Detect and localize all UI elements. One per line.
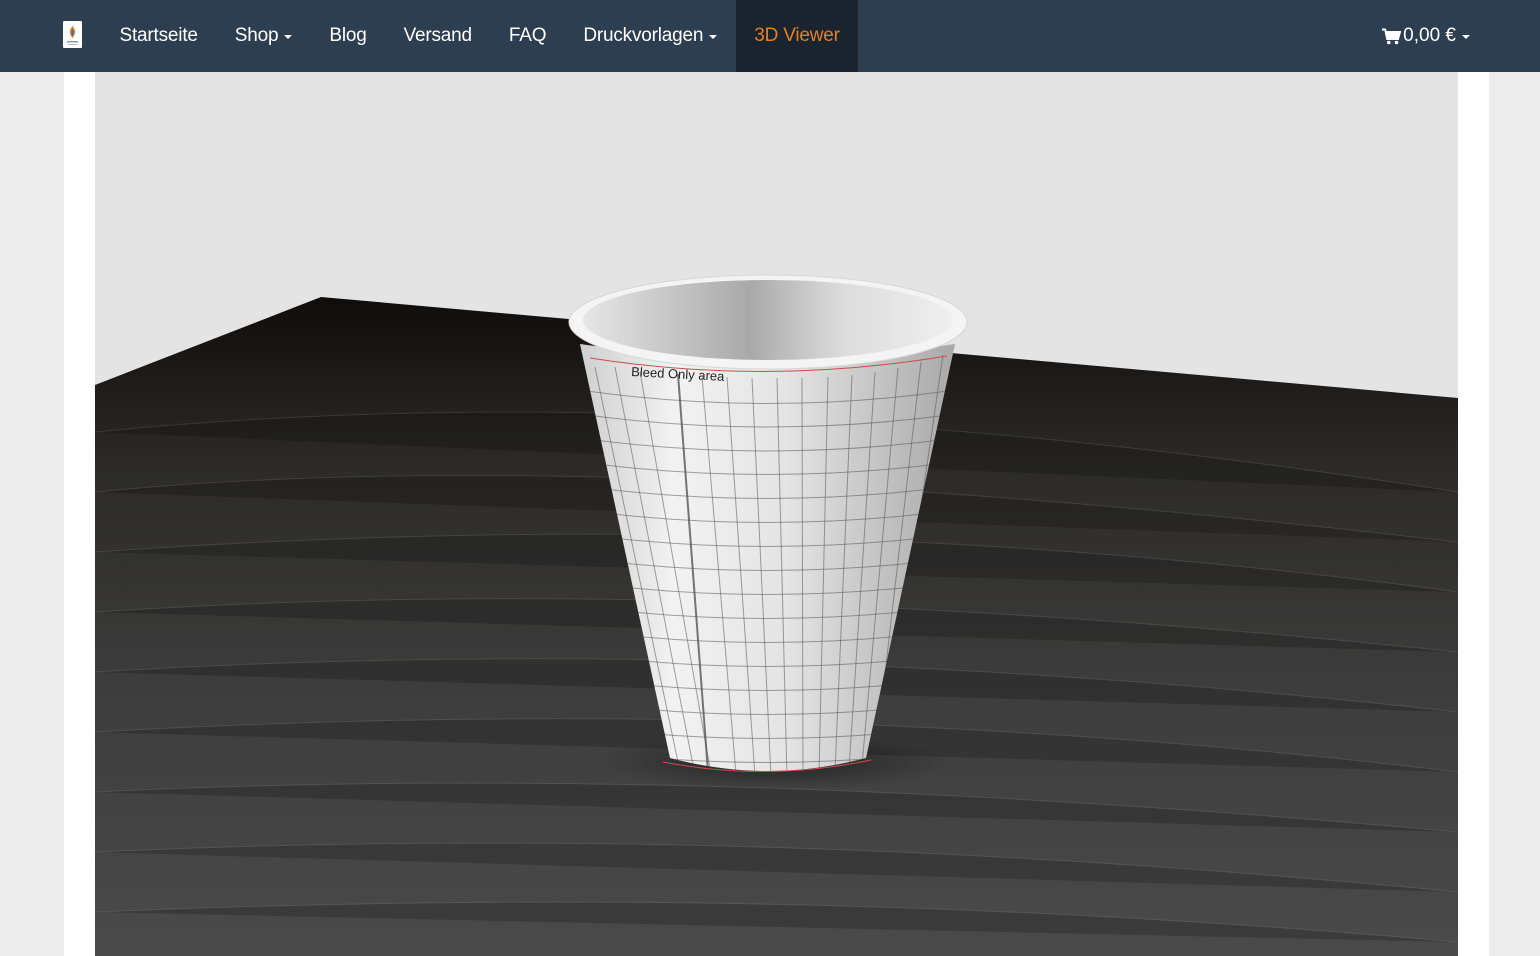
- shopping-cart-icon: [1382, 28, 1402, 44]
- nav-item-shop[interactable]: Shop: [216, 0, 311, 72]
- nav-item-startseite[interactable]: Startseite: [101, 0, 216, 72]
- nav-item-blog[interactable]: Blog: [311, 0, 385, 72]
- nav-item-label: Shop: [234, 25, 279, 46]
- nav-item-label: FAQ: [508, 25, 547, 46]
- nav-item-label: Versand: [403, 25, 473, 46]
- nav-item-label: Startseite: [119, 25, 198, 46]
- nav-item-label: 3D Viewer: [754, 25, 840, 46]
- nav-item-versand[interactable]: Versand: [385, 0, 490, 72]
- nav-item-druckvorlagen[interactable]: Druckvorlagen: [565, 0, 736, 72]
- caret-down-icon: [709, 35, 718, 39]
- cart-amount: 0,00 €: [1403, 25, 1456, 46]
- main-nav: Startseite Shop Blog Versand FAQ Druckvo…: [101, 0, 859, 72]
- nav-item-label: Blog: [329, 25, 367, 46]
- cart-dropdown[interactable]: 0,00 €: [1382, 0, 1470, 72]
- nav-item-faq[interactable]: FAQ: [490, 0, 564, 72]
- nav-item-label: Druckvorlagen: [583, 25, 704, 46]
- brand-logo[interactable]: [63, 21, 82, 48]
- logo-icon: [67, 26, 78, 45]
- caret-down-icon: [1462, 35, 1470, 39]
- 3d-viewer-canvas[interactable]: Bleed Only area: [95, 72, 1458, 956]
- top-navbar: Startseite Shop Blog Versand FAQ Druckvo…: [0, 0, 1540, 72]
- cup-inside: [583, 280, 953, 360]
- caret-down-icon: [284, 35, 293, 39]
- nav-item-3d-viewer[interactable]: 3D Viewer: [735, 0, 859, 72]
- 3d-scene: Bleed Only area: [95, 72, 1458, 956]
